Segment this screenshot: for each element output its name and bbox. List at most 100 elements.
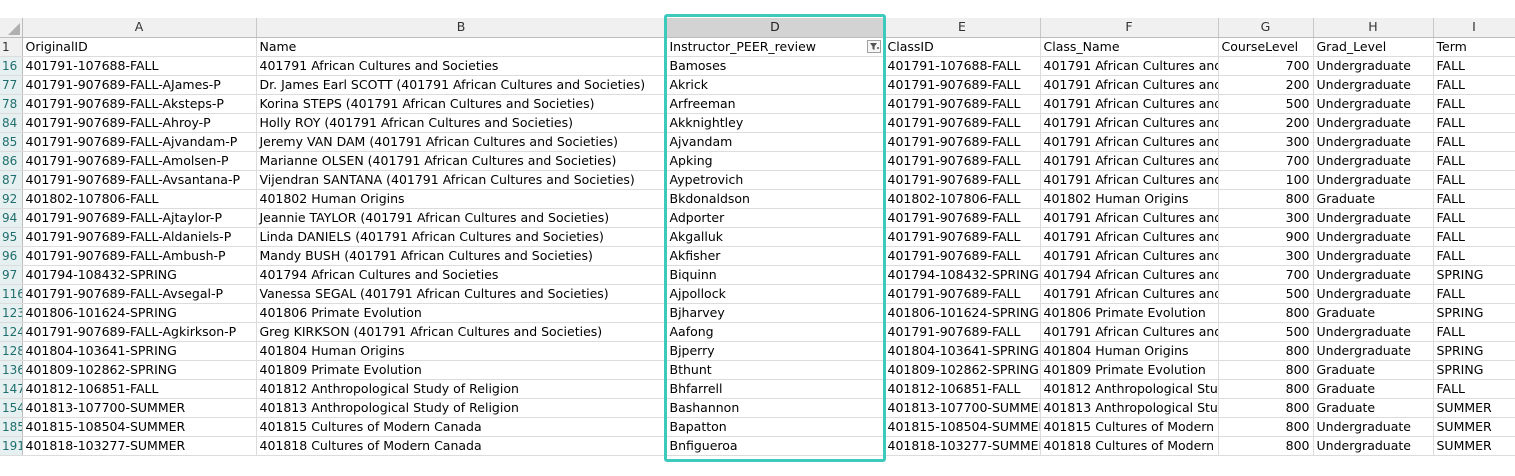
cell-term[interactable]: SUMMER [1433, 398, 1515, 418]
cell-term[interactable]: FALL [1433, 284, 1515, 304]
cell-instructor-peer-review[interactable]: Akgalluk [666, 227, 885, 247]
cell-term[interactable]: FALL [1433, 56, 1515, 76]
cell-grad-level[interactable]: Undergraduate [1313, 56, 1434, 76]
cell-instructor-peer-review[interactable]: Bnfigueroa [666, 436, 885, 456]
cell-classid[interactable]: 401791-907689-FALL [884, 151, 1041, 171]
cell-courselevel[interactable]: 900 [1218, 227, 1314, 247]
column-header-a[interactable]: A [22, 18, 257, 38]
cell-grad-level[interactable]: Graduate [1313, 189, 1434, 209]
header-cell-name[interactable]: Name [256, 37, 667, 57]
cell-class-name[interactable]: 401791 African Cultures and Societies [1040, 151, 1219, 171]
cell-instructor-peer-review[interactable]: Bapatton [666, 417, 885, 437]
cell-originalid[interactable]: 401791-107688-FALL [22, 56, 257, 76]
cell-instructor-peer-review[interactable]: Bthunt [666, 360, 885, 380]
cell-courselevel[interactable]: 800 [1218, 417, 1314, 437]
cell-classid[interactable]: 401802-107806-FALL [884, 189, 1041, 209]
cell-classid[interactable]: 401791-907689-FALL [884, 227, 1041, 247]
column-header-f[interactable]: F [1040, 18, 1219, 38]
cell-instructor-peer-review[interactable]: Aafong [666, 322, 885, 342]
cell-grad-level[interactable]: Undergraduate [1313, 113, 1434, 133]
cell-term[interactable]: FALL [1433, 75, 1515, 95]
cell-class-name[interactable]: 401813 Anthropological Study of Religion [1040, 398, 1219, 418]
cell-term[interactable]: SPRING [1433, 360, 1515, 380]
cell-classid[interactable]: 401809-102862-SPRING [884, 360, 1041, 380]
cell-term[interactable]: FALL [1433, 94, 1515, 114]
cell-term[interactable]: FALL [1433, 227, 1515, 247]
cell-class-name[interactable]: 401791 African Cultures and Societies [1040, 284, 1219, 304]
row-number[interactable]: 78 [0, 94, 23, 114]
cell-classid[interactable]: 401791-107688-FALL [884, 56, 1041, 76]
cell-grad-level[interactable]: Undergraduate [1313, 284, 1434, 304]
cell-courselevel[interactable]: 800 [1218, 379, 1314, 399]
cell-class-name[interactable]: 401818 Cultures of Modern Canada [1040, 436, 1219, 456]
filter-button[interactable] [866, 39, 881, 53]
cell-name[interactable]: Jeremy VAN DAM (401791 African Cultures … [256, 132, 667, 152]
header-cell-grad-level[interactable]: Grad_Level [1313, 37, 1434, 57]
row-number[interactable]: 77 [0, 75, 23, 95]
column-header-h[interactable]: H [1313, 18, 1434, 38]
cell-instructor-peer-review[interactable]: Ajvandam [666, 132, 885, 152]
cell-grad-level[interactable]: Undergraduate [1313, 170, 1434, 190]
cell-grad-level[interactable]: Undergraduate [1313, 75, 1434, 95]
cell-instructor-peer-review[interactable]: Ajpollock [666, 284, 885, 304]
cell-courselevel[interactable]: 500 [1218, 284, 1314, 304]
cell-term[interactable]: FALL [1433, 151, 1515, 171]
cell-courselevel[interactable]: 200 [1218, 113, 1314, 133]
cell-instructor-peer-review[interactable]: Bhfarrell [666, 379, 885, 399]
cell-grad-level[interactable]: Undergraduate [1313, 322, 1434, 342]
column-header-d[interactable]: D [666, 18, 885, 38]
cell-classid[interactable]: 401791-907689-FALL [884, 208, 1041, 228]
row-number[interactable]: 191 [0, 436, 23, 456]
cell-classid[interactable]: 401818-103277-SUMMER [884, 436, 1041, 456]
cell-grad-level[interactable]: Graduate [1313, 360, 1434, 380]
header-cell-originalid[interactable]: OriginalID [22, 37, 257, 57]
row-number[interactable]: 16 [0, 56, 23, 76]
cell-originalid[interactable]: 401791-907689-FALL-AJames-P [22, 75, 257, 95]
cell-instructor-peer-review[interactable]: Aypetrovich [666, 170, 885, 190]
cell-instructor-peer-review[interactable]: Arfreeman [666, 94, 885, 114]
cell-originalid[interactable]: 401804-103641-SPRING [22, 341, 257, 361]
cell-grad-level[interactable]: Undergraduate [1313, 151, 1434, 171]
cell-name[interactable]: Mandy BUSH (401791 African Cultures and … [256, 246, 667, 266]
cell-term[interactable]: FALL [1433, 208, 1515, 228]
cell-grad-level[interactable]: Undergraduate [1313, 265, 1434, 285]
cell-originalid[interactable]: 401818-103277-SUMMER [22, 436, 257, 456]
cell-grad-level[interactable]: Undergraduate [1313, 341, 1434, 361]
cell-class-name[interactable]: 401804 Human Origins [1040, 341, 1219, 361]
cell-classid[interactable]: 401791-907689-FALL [884, 246, 1041, 266]
cell-courselevel[interactable]: 800 [1218, 360, 1314, 380]
cell-classid[interactable]: 401812-106851-FALL [884, 379, 1041, 399]
row-number[interactable]: 95 [0, 227, 23, 247]
cell-courselevel[interactable]: 800 [1218, 436, 1314, 456]
cell-instructor-peer-review[interactable]: Bkdonaldson [666, 189, 885, 209]
cell-instructor-peer-review[interactable]: Akfisher [666, 246, 885, 266]
cell-originalid[interactable]: 401815-108504-SUMMER [22, 417, 257, 437]
column-header-i[interactable]: I [1433, 18, 1515, 38]
cell-classid[interactable]: 401815-108504-SUMMER [884, 417, 1041, 437]
cell-class-name[interactable]: 401791 African Cultures and Societies [1040, 227, 1219, 247]
cell-originalid[interactable]: 401794-108432-SPRING [22, 265, 257, 285]
cell-instructor-peer-review[interactable]: Bamoses [666, 56, 885, 76]
cell-originalid[interactable]: 401806-101624-SPRING [22, 303, 257, 323]
cell-courselevel[interactable]: 300 [1218, 132, 1314, 152]
cell-instructor-peer-review[interactable]: Bjperry [666, 341, 885, 361]
header-cell-classid[interactable]: ClassID [884, 37, 1041, 57]
select-all-corner[interactable] [0, 18, 23, 38]
cell-grad-level[interactable]: Undergraduate [1313, 246, 1434, 266]
cell-originalid[interactable]: 401791-907689-FALL-Aldaniels-P [22, 227, 257, 247]
cell-originalid[interactable]: 401791-907689-FALL-Ajtaylor-P [22, 208, 257, 228]
cell-courselevel[interactable]: 800 [1218, 189, 1314, 209]
row-number[interactable]: 147 [0, 379, 23, 399]
cell-term[interactable]: SUMMER [1433, 436, 1515, 456]
cell-instructor-peer-review[interactable]: Biquinn [666, 265, 885, 285]
cell-classid[interactable]: 401791-907689-FALL [884, 284, 1041, 304]
row-number[interactable]: 124 [0, 322, 23, 342]
cell-instructor-peer-review[interactable]: Apking [666, 151, 885, 171]
cell-grad-level[interactable]: Undergraduate [1313, 132, 1434, 152]
cell-class-name[interactable]: 401809 Primate Evolution [1040, 360, 1219, 380]
cell-class-name[interactable]: 401812 Anthropological Study of Religion [1040, 379, 1219, 399]
row-number[interactable]: 94 [0, 208, 23, 228]
cell-name[interactable]: 401809 Primate Evolution [256, 360, 667, 380]
cell-instructor-peer-review[interactable]: Adporter [666, 208, 885, 228]
cell-originalid[interactable]: 401791-907689-FALL-Aksteps-P [22, 94, 257, 114]
